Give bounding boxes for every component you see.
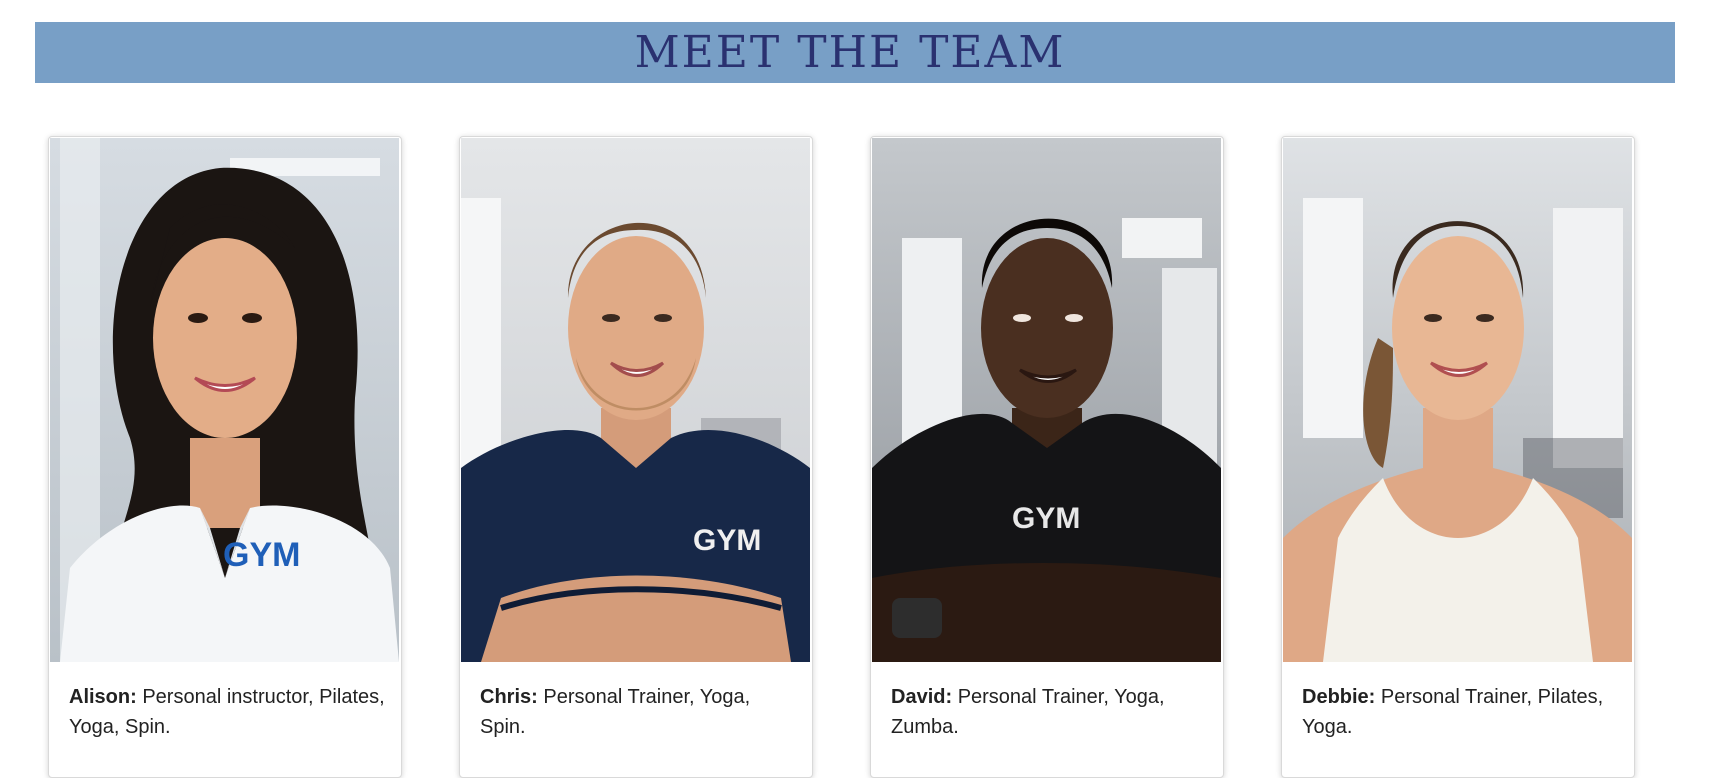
chris-photo: GYM <box>461 138 810 662</box>
alison-photo: GYM <box>50 138 399 662</box>
team-card-debbie: Debbie: Personal Trainer, Pilates, Yoga. <box>1281 136 1635 778</box>
debbie-photo <box>1283 138 1632 662</box>
trainer-name: Debbie: <box>1302 686 1376 708</box>
team-card-david: GYM David: Personal Trainer, Yoga, Zumba… <box>870 136 1224 778</box>
trainer-name: Alison: <box>69 686 137 708</box>
chris-caption: Chris: Personal Trainer, Yoga, Spin. <box>480 682 800 742</box>
trainer-name: Chris: <box>480 686 538 708</box>
chris-shirt-logo: GYM <box>693 524 761 557</box>
alison-caption: Alison: Personal instructor, Pilates, Yo… <box>69 682 389 742</box>
team-card-chris: GYM Chris: Personal Trainer, Yoga, Spin. <box>459 136 813 778</box>
david-shirt-logo: GYM <box>1012 502 1080 535</box>
david-caption: David: Personal Trainer, Yoga, Zumba. <box>891 682 1211 742</box>
trainer-name: David: <box>891 686 953 708</box>
alison-shirt-logo: GYM <box>223 536 300 574</box>
page-title: MEET THE TEAM <box>634 26 1066 78</box>
team-banner: MEET THE TEAM <box>35 22 1675 83</box>
team-card-alison: GYM Alison: Personal instructor, Pilates… <box>48 136 402 778</box>
david-photo: GYM <box>872 138 1221 662</box>
debbie-caption: Debbie: Personal Trainer, Pilates, Yoga. <box>1302 682 1622 742</box>
